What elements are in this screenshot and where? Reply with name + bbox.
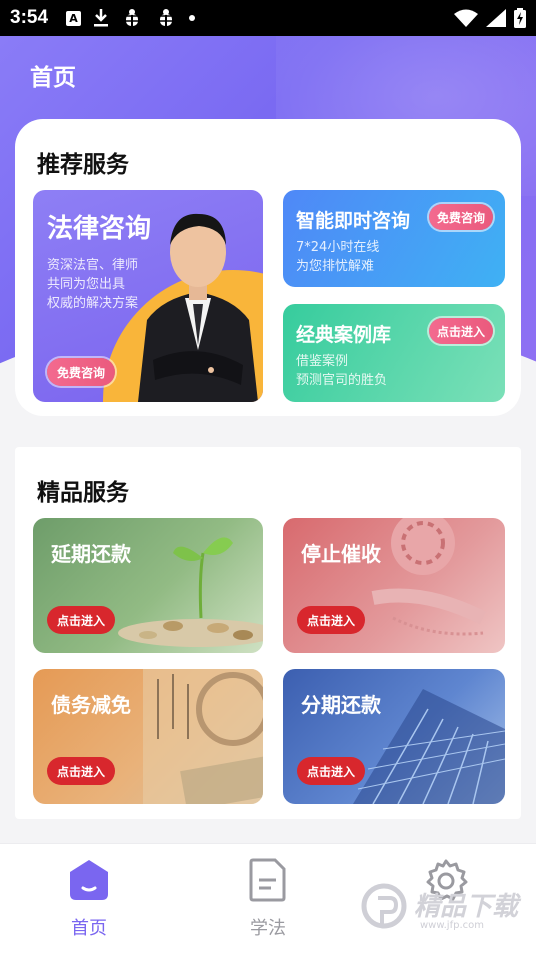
a-badge-icon: A [66,10,82,26]
status-time: 3:54 [10,7,49,28]
status-bar: 3:54 A [0,0,536,36]
debt-reduction-enter-button[interactable]: 点击进入 [47,757,115,785]
page-title: 首页 [30,65,76,91]
smart-consult-desc: 7*24小时在线 为您排忧解难 [296,238,379,276]
legal-desc-line: 共同为您出具 [47,277,126,292]
smart-desc-line: 7*24小时在线 [296,240,380,255]
installment-title: 分期还款 [301,693,381,717]
document-icon [249,858,286,902]
legal-consult-desc: 资深法官、律师 共同为您出具 权威的解决方案 [47,256,138,313]
nav-label-learn-law: 学法 [250,918,286,939]
case-library-title: 经典案例库 [296,324,392,346]
case-library-enter-button[interactable]: 点击进入 [429,318,493,344]
installment-enter-button[interactable]: 点击进入 [297,757,365,785]
smart-free-consult-button[interactable]: 免费咨询 [429,204,493,230]
case-desc-line: 预测官司的胜负 [296,373,388,388]
nav-item-home[interactable]: 首页 [39,858,139,940]
smart-desc-line: 为您排忧解难 [296,259,375,274]
case-library-desc: 借鉴案例 预测官司的胜负 [296,352,387,390]
wifi-icon [454,9,478,27]
premium-tile-delay-repayment[interactable]: 延期还款 点击进入 [33,518,263,653]
legal-desc-line: 权威的解决方案 [47,296,139,311]
signal-icon [486,9,506,27]
legal-desc-line: 资深法官、律师 [47,258,139,273]
premium-tile-debt-reduction[interactable]: 债务减免 点击进入 [33,669,263,804]
legal-consult-title: 法律咨询 [47,214,152,244]
download-icon [94,9,109,27]
case-library-tile[interactable]: 经典案例库 借鉴案例 预测官司的胜负 点击进入 [283,304,505,402]
bug-icon [123,9,142,26]
status-notification-icons: A [66,7,196,29]
premium-tile-stop-collection[interactable]: 停止催收 点击进入 [283,518,505,653]
watermark-text: 精品下载 [414,892,519,922]
bug-icon-2 [157,9,176,26]
stop-collection-enter-button[interactable]: 点击进入 [297,606,365,634]
legal-free-consult-button[interactable]: 免费咨询 [47,358,115,386]
battery-icon [514,8,526,28]
delay-repayment-title: 延期还款 [51,542,131,566]
delay-repayment-enter-button[interactable]: 点击进入 [47,606,115,634]
lawyer-portrait-icon [138,213,258,402]
status-system-icons [454,8,526,28]
smart-consult-tile[interactable]: 智能即时咨询 7*24小时在线 为您排忧解难 免费咨询 [283,190,505,287]
legal-consult-tile[interactable]: 法律咨询 资深法官、律师 共同为您出具 权威的解决方案 免费咨询 [33,190,263,402]
nav-label-home: 首页 [71,918,107,939]
case-desc-line: 借鉴案例 [296,354,349,369]
site-watermark: 精品下载 www.jfp.com [360,864,530,944]
debt-reduction-title: 债务减免 [51,693,131,717]
premium-services-card: 精品服务 延期还款 点击进入 停止催收 点击进入 债务减免 点击进入 分期还款 … [15,447,521,819]
watermark-url: www.jfp.com [420,920,484,931]
smart-consult-title: 智能即时咨询 [296,210,411,232]
home-icon [70,860,108,900]
nav-item-learn-law[interactable]: 学法 [218,858,318,940]
notification-dot-icon [189,15,196,21]
premium-services-title: 精品服务 [37,480,129,506]
recommended-services-card: 推荐服务 法律咨询 资深法官、律师 共同为您出具 权威的解决方案 免费咨询 智能… [15,119,521,416]
premium-tile-installment[interactable]: 分期还款 点击进入 [283,669,505,804]
stop-collection-title: 停止催收 [301,542,381,566]
recommended-services-title: 推荐服务 [37,152,129,178]
